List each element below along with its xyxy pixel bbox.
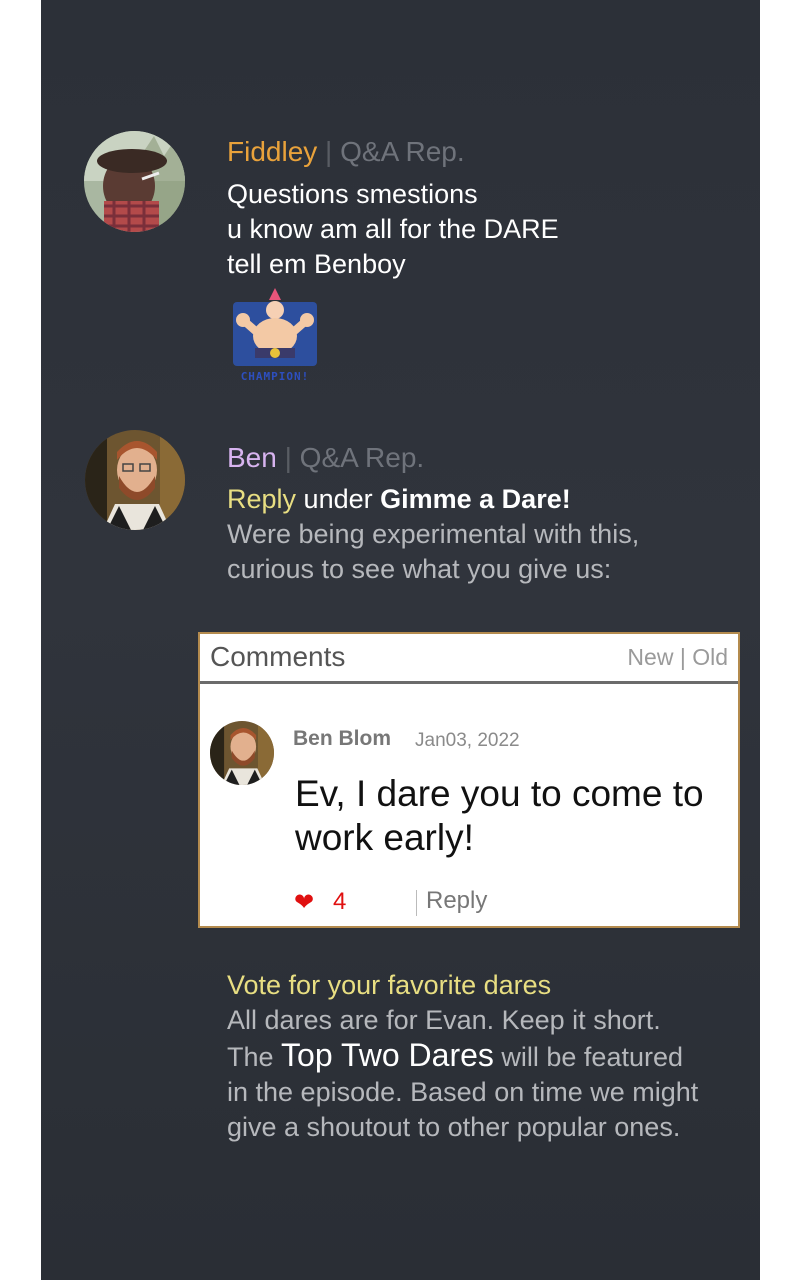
fiddley-line-3: tell em Benboy (227, 249, 406, 279)
divider (416, 890, 417, 916)
ben-author[interactable]: Ben (227, 442, 277, 473)
vote-info: Vote for your favorite dares All dares a… (227, 968, 698, 1145)
fiddley-author[interactable]: Fiddley (227, 136, 317, 167)
vote-heading: Vote for your favorite dares (227, 970, 552, 1000)
comments-widget: Comments New | Old Ben Blom Jan03, 2022 … (198, 632, 740, 928)
under-label: under (303, 484, 373, 514)
vote-line-2-pre: The (227, 1042, 274, 1072)
comments-title: Comments (210, 641, 346, 672)
comment-text: Ev, I dare you to come to work early! (295, 773, 704, 858)
sort-new-button[interactable]: New (627, 644, 673, 670)
sticker-text: CHAMPION! (240, 370, 310, 383)
vote-line-1: All dares are for Evan. Keep it short. (227, 1005, 661, 1035)
reply-context: Reply under Gimme a Dare! (227, 482, 639, 517)
ben-post: Ben | Q&A Rep. Reply under Gimme a Dare!… (227, 443, 639, 587)
fiddley-name-line: Fiddley | Q&A Rep. (227, 137, 559, 167)
vote-line-2-post: will be featured (501, 1042, 684, 1072)
comment-date: Jan03, 2022 (415, 730, 520, 751)
like-count: 4 (333, 888, 347, 915)
comment-avatar[interactable] (210, 721, 274, 785)
separator: | (276, 442, 300, 473)
ben-name-line: Ben | Q&A Rep. (227, 443, 639, 473)
separator: | (317, 136, 341, 167)
ben-role: Q&A Rep. (299, 442, 425, 473)
fiddley-role: Q&A Rep. (340, 136, 465, 167)
heart-icon[interactable]: ❤ (294, 888, 314, 917)
vote-line-2: The Top Two Dares will be featured (227, 1038, 698, 1075)
vote-line-4: give a shoutout to other popular ones. (227, 1112, 681, 1142)
comment-author[interactable]: Ben Blom (293, 727, 391, 751)
reply-button[interactable]: Reply (426, 887, 487, 915)
thread-title-link[interactable]: Gimme a Dare! (380, 484, 571, 514)
reply-label: Reply (227, 484, 297, 514)
ben-line-1: Were being experimental with this, (227, 519, 640, 549)
fiddley-line-2: u know am all for the DARE (227, 214, 559, 244)
comments-header: Comments New | Old (200, 634, 738, 684)
ben-line-2: curious to see what you give us: (227, 554, 612, 584)
champion-sticker: CHAMPION! (229, 286, 321, 386)
fiddley-line-1: Questions smestions (227, 179, 478, 209)
sort-old-button[interactable]: Old (692, 644, 728, 670)
sort-toggle: New | Old (627, 644, 728, 670)
fiddley-post: Fiddley | Q&A Rep. Questions smestions u… (227, 137, 559, 282)
top-two-dares: Top Two Dares (281, 1037, 494, 1073)
vote-line-3: in the episode. Based on time we might (227, 1077, 699, 1107)
fiddley-avatar[interactable] (84, 131, 185, 232)
ben-avatar[interactable] (85, 430, 185, 530)
